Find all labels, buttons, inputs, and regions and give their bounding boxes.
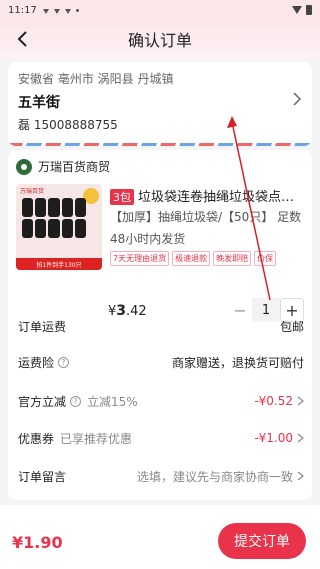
bottom-bar: ¥1.90 提交订单 — [0, 505, 320, 569]
insurance-label: 运费险 — [18, 355, 55, 370]
page-title: 确认订单 — [127, 31, 192, 50]
address-street: 五羊街 — [18, 95, 60, 111]
order-card: 万瑞百货商贸 万瑞百货 拍1件到手130只 3包垃圾袋连卷抽绳垃圾袋点断式加厚 … — [8, 150, 312, 500]
status-icons — [42, 7, 79, 14]
download-icon — [64, 8, 71, 14]
address-recipient: 磊 15008888755 — [18, 118, 118, 132]
product-image-banner: 拍1件到手130只 — [16, 258, 102, 270]
official-discount-sub: 立减15% — [87, 394, 138, 409]
order-total: ¥1.90 — [12, 533, 63, 552]
download-icon — [42, 8, 49, 14]
address-stripe — [8, 143, 312, 146]
coupon-value: -¥1.00 — [254, 431, 293, 445]
official-discount-label: 官方立减 — [18, 394, 67, 409]
product-tag: 极速退款 — [172, 251, 211, 266]
wifi-icon — [292, 6, 302, 14]
chevron-right-icon — [297, 433, 304, 443]
help-icon[interactable]: ? — [58, 356, 70, 368]
shop-name: 万瑞百货商贸 — [38, 160, 111, 174]
shipping-fee-row: 订单运费 包邮 — [18, 316, 304, 336]
insurance-value: 商家赠送，退换货可赔付 — [171, 355, 304, 370]
status-time: 11:17 — [8, 4, 37, 16]
coupon-sub: 已享推荐优惠 — [60, 431, 133, 446]
product-tag: 价保 — [254, 251, 277, 266]
chevron-right-icon — [297, 471, 304, 481]
product-title[interactable]: 3包垃圾袋连卷抽绳垃圾袋点断式加厚 — [110, 186, 306, 205]
shipping-fee-value: 包邮 — [279, 319, 304, 334]
nav-bar: 确认订单 — [0, 20, 320, 58]
shipping-fee-label: 订单运费 — [18, 319, 67, 334]
status-bar: 11:17 — [0, 0, 320, 20]
coupon-row[interactable]: 优惠券 已享推荐优惠 -¥1.00 — [18, 428, 304, 448]
back-icon[interactable] — [14, 30, 32, 48]
product-rolls — [22, 198, 86, 238]
battery-icon — [306, 5, 312, 15]
submit-order-button[interactable]: 提交订单 — [218, 523, 306, 559]
product-title-text: 垃圾袋连卷抽绳垃圾袋点断式加厚 — [138, 190, 306, 205]
shop-header[interactable]: 万瑞百货商贸 — [16, 158, 110, 175]
help-icon[interactable]: ? — [70, 395, 82, 407]
order-message-row[interactable]: 订单留言 选填，建议先与商家协商一致 — [18, 466, 304, 486]
official-discount-value: -¥0.52 — [254, 394, 293, 408]
download-icon — [53, 8, 60, 14]
product-spec[interactable]: 【加厚】抽绳垃圾袋/【50只】 足数 — [110, 208, 301, 225]
coupon-label: 优惠券 — [18, 431, 55, 446]
address-region: 安徽省 亳州市 涡阳县 丹城镇 — [18, 72, 174, 86]
dot-icon — [75, 8, 79, 12]
product-image[interactable]: 万瑞百货 拍1件到手130只 — [16, 184, 102, 270]
shop-logo-icon — [16, 158, 32, 175]
product-shipping-time: 48小时内发货 — [110, 232, 186, 246]
official-discount-value-wrap: -¥0.52 — [254, 394, 304, 408]
address-card[interactable]: 安徽省 亳州市 涡阳县 丹城镇 五羊街 磊 15008888755 — [8, 62, 312, 146]
order-message-label: 订单留言 — [18, 469, 67, 484]
official-discount-row[interactable]: 官方立减 ? 立减15% -¥0.52 — [18, 391, 304, 411]
product-tags: 7天无理由退货 极速退款 晚发即赔 价保 — [110, 251, 277, 266]
chevron-right-icon — [293, 92, 302, 106]
chevron-right-icon — [297, 396, 304, 406]
product-image-brand: 万瑞百货 — [20, 188, 45, 195]
insurance-row: 运费险 ? 商家赠送，退换货可赔付 — [18, 352, 304, 372]
product-tag: 7天无理由退货 — [110, 251, 170, 266]
order-message-placeholder[interactable]: 选填，建议先与商家协商一致 — [137, 468, 293, 485]
product-badge: 3包 — [110, 189, 134, 205]
order-message-value-wrap: 选填，建议先与商家协商一致 — [137, 468, 304, 485]
coupon-value-wrap: -¥1.00 — [254, 431, 304, 445]
product-tag: 晚发即赔 — [213, 251, 252, 266]
